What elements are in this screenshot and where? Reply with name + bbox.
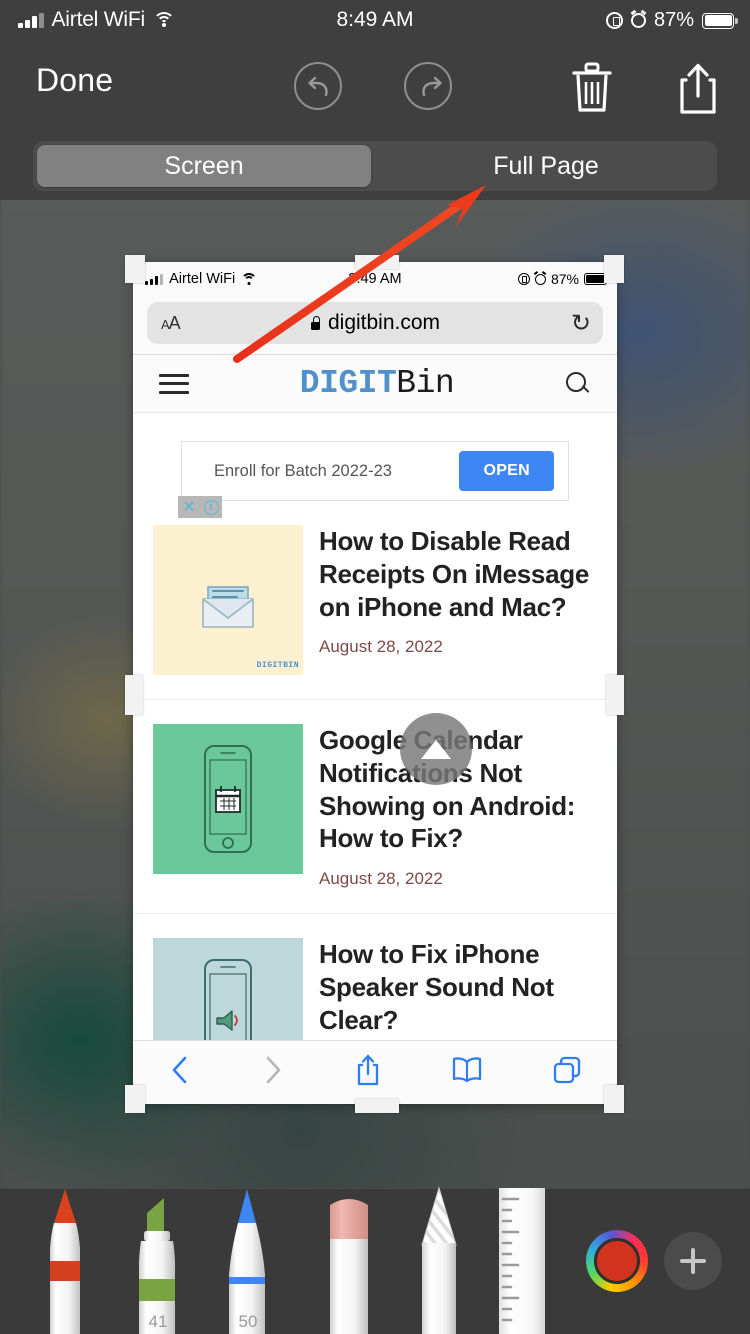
article-date: August 28, 2022 <box>319 637 443 657</box>
trash-icon <box>572 62 612 112</box>
url-text: digitbin.com <box>327 311 441 334</box>
done-button[interactable]: Done <box>36 62 113 99</box>
site-header: DIGITBin <box>133 355 617 413</box>
scroll-to-top-icon[interactable] <box>400 713 472 785</box>
redo-icon <box>422 76 442 97</box>
crop-handle-bottom-right[interactable] <box>604 1085 624 1113</box>
article-thumbnail <box>153 724 303 874</box>
markup-action-row: Done <box>0 46 750 126</box>
markup-top-bar: Airtel WiFi 8:49 AM 87% Done Screen Full… <box>0 0 750 200</box>
screenshot-preview[interactable]: Airtel WiFi 8:49 AM 87% AA digitbin.com … <box>133 262 617 1104</box>
device-status-bar: Airtel WiFi 8:49 AM 87% <box>0 0 750 46</box>
tab-full-page[interactable]: Full Page <box>379 145 713 187</box>
crop-handle-middle-right[interactable] <box>606 675 624 715</box>
crop-handle-bottom-center[interactable] <box>355 1099 399 1113</box>
alarm-icon <box>630 13 646 28</box>
article-title[interactable]: How to Fix iPhone Speaker Sound Not Clea… <box>319 938 597 1036</box>
thumbnail-watermark: DIGITBIN <box>256 661 299 670</box>
tabs-icon[interactable] <box>551 1054 583 1091</box>
safari-url-bar-container: AA digitbin.com ↻ <box>133 298 617 355</box>
delete-button[interactable] <box>566 60 618 121</box>
reload-icon[interactable]: ↻ <box>571 309 591 338</box>
article-date: August 28, 2022 <box>319 869 443 888</box>
ad-controls[interactable]: ✕ i <box>178 496 222 518</box>
preview-battery-percent: 87% <box>550 271 579 287</box>
crop-handle-middle-left[interactable] <box>125 675 143 715</box>
search-icon[interactable] <box>565 371 591 397</box>
tool-eraser[interactable] <box>318 1185 380 1334</box>
status-bar-right: 87% <box>605 9 738 32</box>
tool-pen[interactable] <box>38 1185 92 1334</box>
battery-percent-label: 87% <box>653 9 694 31</box>
article-body: How to Disable Read Receipts On iMessage… <box>319 525 597 675</box>
site-content: Enroll for Batch 2022-23 OPEN ✕ i DIGITB… <box>133 441 617 1104</box>
tool-pencil-label: 50 <box>238 1312 258 1331</box>
url-display[interactable]: digitbin.com <box>147 311 603 335</box>
article-title[interactable]: How to Disable Read Receipts On iMessage… <box>319 525 597 623</box>
share-button[interactable] <box>672 60 724 123</box>
tool-ruler[interactable] <box>492 1185 552 1334</box>
markup-screen: Airtel WiFi 8:49 AM 87% Done Screen Full… <box>0 0 750 1334</box>
add-icon[interactable] <box>664 1232 722 1290</box>
undo-button[interactable] <box>294 62 342 110</box>
info-icon[interactable]: i <box>200 496 222 518</box>
tool-highlighter-label: 41 <box>148 1312 168 1331</box>
back-chevron-icon[interactable] <box>167 1053 193 1092</box>
tool-highlighter[interactable]: 41 <box>128 1185 188 1334</box>
forward-chevron-icon[interactable] <box>260 1053 286 1092</box>
share-icon <box>680 63 716 114</box>
article-thumbnail: DIGITBIN <box>153 525 303 675</box>
tool-pencil[interactable]: 50 <box>220 1185 276 1334</box>
crop-handle-top-right[interactable] <box>604 255 624 283</box>
book-icon[interactable] <box>450 1054 484 1091</box>
orientation-lock-icon <box>605 12 623 29</box>
list-item[interactable]: DIGITBIN How to Disable Read Receipts On… <box>133 501 617 700</box>
capture-mode-segmented-control[interactable]: Screen Full Page <box>33 141 717 191</box>
envelope-icon <box>202 586 254 628</box>
logo-secondary: Bin <box>396 365 455 402</box>
close-icon[interactable]: ✕ <box>178 496 200 518</box>
ad-open-button[interactable]: OPEN <box>459 451 554 491</box>
site-logo[interactable]: DIGITBin <box>299 365 455 402</box>
alarm-icon <box>534 273 546 285</box>
undo-icon <box>308 76 328 97</box>
crop-handle-bottom-left[interactable] <box>125 1085 145 1113</box>
battery-icon <box>702 12 738 29</box>
lock-icon <box>310 316 321 330</box>
crop-handle-top-left[interactable] <box>125 255 145 283</box>
color-wheel-icon[interactable] <box>586 1230 648 1292</box>
markup-tool-palette: 41 50 <box>0 1185 750 1334</box>
list-item[interactable]: Google Calendar Notifications Not Showin… <box>133 700 617 914</box>
tab-screen[interactable]: Screen <box>37 145 371 187</box>
redo-button[interactable] <box>404 62 452 110</box>
safari-url-bar[interactable]: AA digitbin.com ↻ <box>147 302 603 344</box>
preview-status-right: 87% <box>517 271 609 287</box>
tool-lasso[interactable] <box>410 1185 468 1334</box>
safari-bottom-toolbar <box>133 1040 617 1104</box>
phone-calendar-icon <box>204 745 252 853</box>
ad-banner[interactable]: Enroll for Batch 2022-23 OPEN ✕ i <box>178 441 569 518</box>
orientation-lock-icon <box>517 273 530 285</box>
hamburger-menu-icon[interactable] <box>159 368 189 399</box>
logo-primary: DIGIT <box>299 365 397 402</box>
share-icon[interactable] <box>354 1052 382 1093</box>
crop-handle-top-center[interactable] <box>355 255 399 269</box>
ad-text: Enroll for Batch 2022-23 <box>214 461 392 480</box>
